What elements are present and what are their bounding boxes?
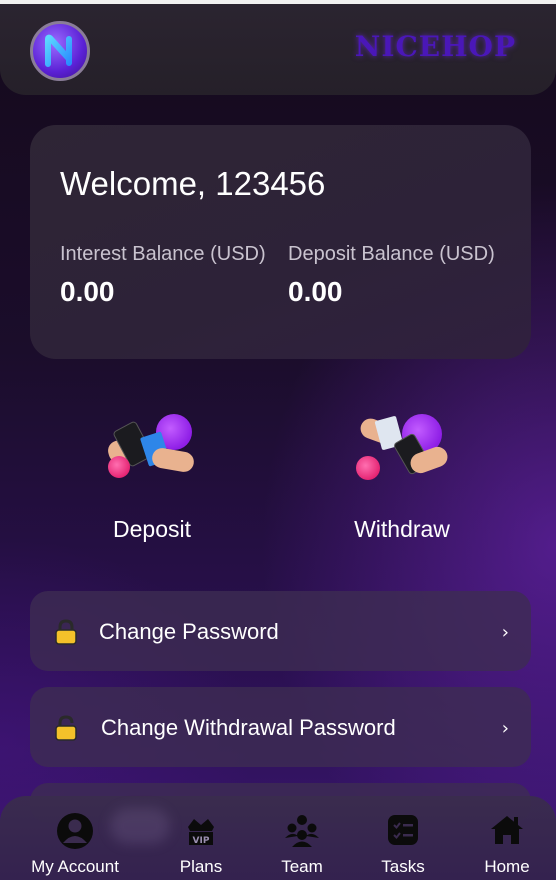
- change-withdrawal-password-label: Change Withdrawal Password: [101, 715, 396, 740]
- phone-payment-icon: [356, 410, 451, 482]
- user-icon: [57, 813, 93, 849]
- nav-my-account-label: My Account: [31, 857, 119, 876]
- brand-name: NICEHOP: [354, 30, 516, 63]
- withdraw-button[interactable]: Withdraw: [302, 410, 502, 543]
- nav-tasks-label: Tasks: [381, 857, 425, 876]
- change-withdrawal-password-row[interactable]: Change Withdrawal Password ›: [30, 687, 531, 767]
- bottom-nav: My Account VIP Plans Team Tasks Home: [0, 796, 556, 880]
- deposit-label: Deposit: [113, 516, 191, 542]
- deposit-button[interactable]: Deposit: [52, 410, 252, 543]
- chevron-right-icon: ›: [501, 718, 509, 739]
- n-letter-logo-icon[interactable]: [30, 21, 90, 81]
- nav-team[interactable]: Team: [252, 796, 352, 880]
- nav-tasks[interactable]: Tasks: [353, 796, 453, 880]
- nav-team-label: Team: [281, 857, 323, 876]
- nav-my-account[interactable]: My Account: [25, 796, 125, 880]
- change-password-row[interactable]: Change Password ›: [30, 591, 531, 671]
- withdraw-label: Withdraw: [354, 516, 450, 542]
- interest-balance-value: 0.00: [60, 276, 115, 307]
- tasks-icon: [388, 815, 418, 845]
- nav-home[interactable]: Home: [457, 796, 556, 880]
- app-header: NICEHOP: [0, 4, 556, 95]
- nav-plans[interactable]: VIP Plans: [151, 796, 251, 880]
- deposit-balance-value: 0.00: [288, 276, 343, 307]
- card-payment-icon: [105, 410, 198, 482]
- team-icon: [285, 815, 319, 847]
- nav-home-label: Home: [484, 857, 530, 876]
- interest-balance: Interest Balance (USD) 0.00: [60, 243, 266, 308]
- chevron-right-icon: ›: [501, 622, 509, 643]
- lock-icon: [55, 619, 77, 645]
- pink-orb: [108, 456, 130, 478]
- hand-right: [150, 446, 196, 474]
- lock-icon: [55, 715, 77, 741]
- deposit-balance-label: Deposit Balance (USD): [288, 243, 495, 265]
- pink-orb: [356, 456, 380, 480]
- nav-plans-label: Plans: [179, 857, 223, 876]
- welcome-text: Welcome, 123456: [60, 165, 326, 202]
- change-password-label: Change Password: [99, 619, 279, 644]
- logo-glyph: [45, 34, 72, 67]
- home-icon: [491, 816, 523, 844]
- svg-text:VIP: VIP: [193, 836, 210, 846]
- balance-card: Welcome, 123456 Interest Balance (USD) 0…: [30, 125, 531, 359]
- interest-balance-label: Interest Balance (USD): [60, 243, 266, 265]
- vip-crown-icon: VIP: [188, 819, 214, 846]
- deposit-balance: Deposit Balance (USD) 0.00: [288, 243, 495, 308]
